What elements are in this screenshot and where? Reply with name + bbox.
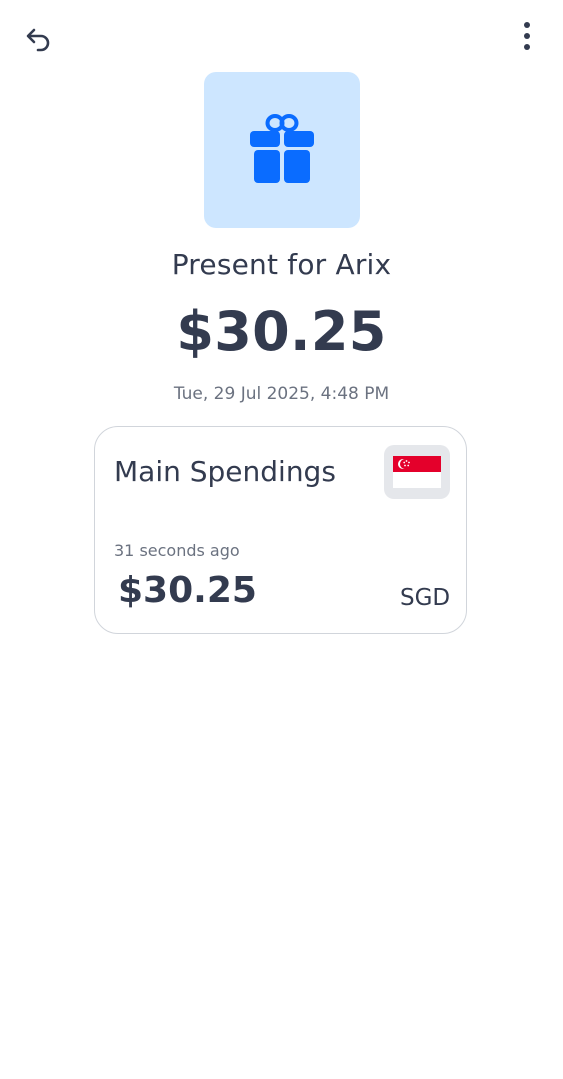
transaction-amount: $30.25: [176, 300, 387, 363]
transaction-title: Present for Arix: [171, 248, 392, 281]
last-updated: 31 seconds ago: [114, 541, 240, 560]
account-balance: $30.25: [118, 570, 257, 611]
account-name: Main Spendings: [114, 455, 336, 488]
transaction-detail-screen: Present for Arix $30.25 Tue, 29 Jul 2025…: [0, 0, 563, 1079]
category-icon-tile: [204, 72, 360, 228]
currency-flag: [384, 445, 450, 499]
account-card[interactable]: Main Spendings 31 seconds ago $30.25 SGD: [94, 426, 467, 634]
currency-code: SGD: [400, 585, 451, 611]
undo-arrow-icon: [26, 28, 50, 52]
top-bar: [0, 0, 563, 72]
transaction-datetime: Tue, 29 Jul 2025, 4:48 PM: [173, 384, 390, 404]
singapore-flag-icon: [393, 456, 441, 488]
back-button[interactable]: [18, 18, 58, 58]
more-vertical-icon: [524, 22, 530, 50]
gift-icon: [250, 114, 314, 183]
more-options-button[interactable]: [507, 16, 547, 56]
